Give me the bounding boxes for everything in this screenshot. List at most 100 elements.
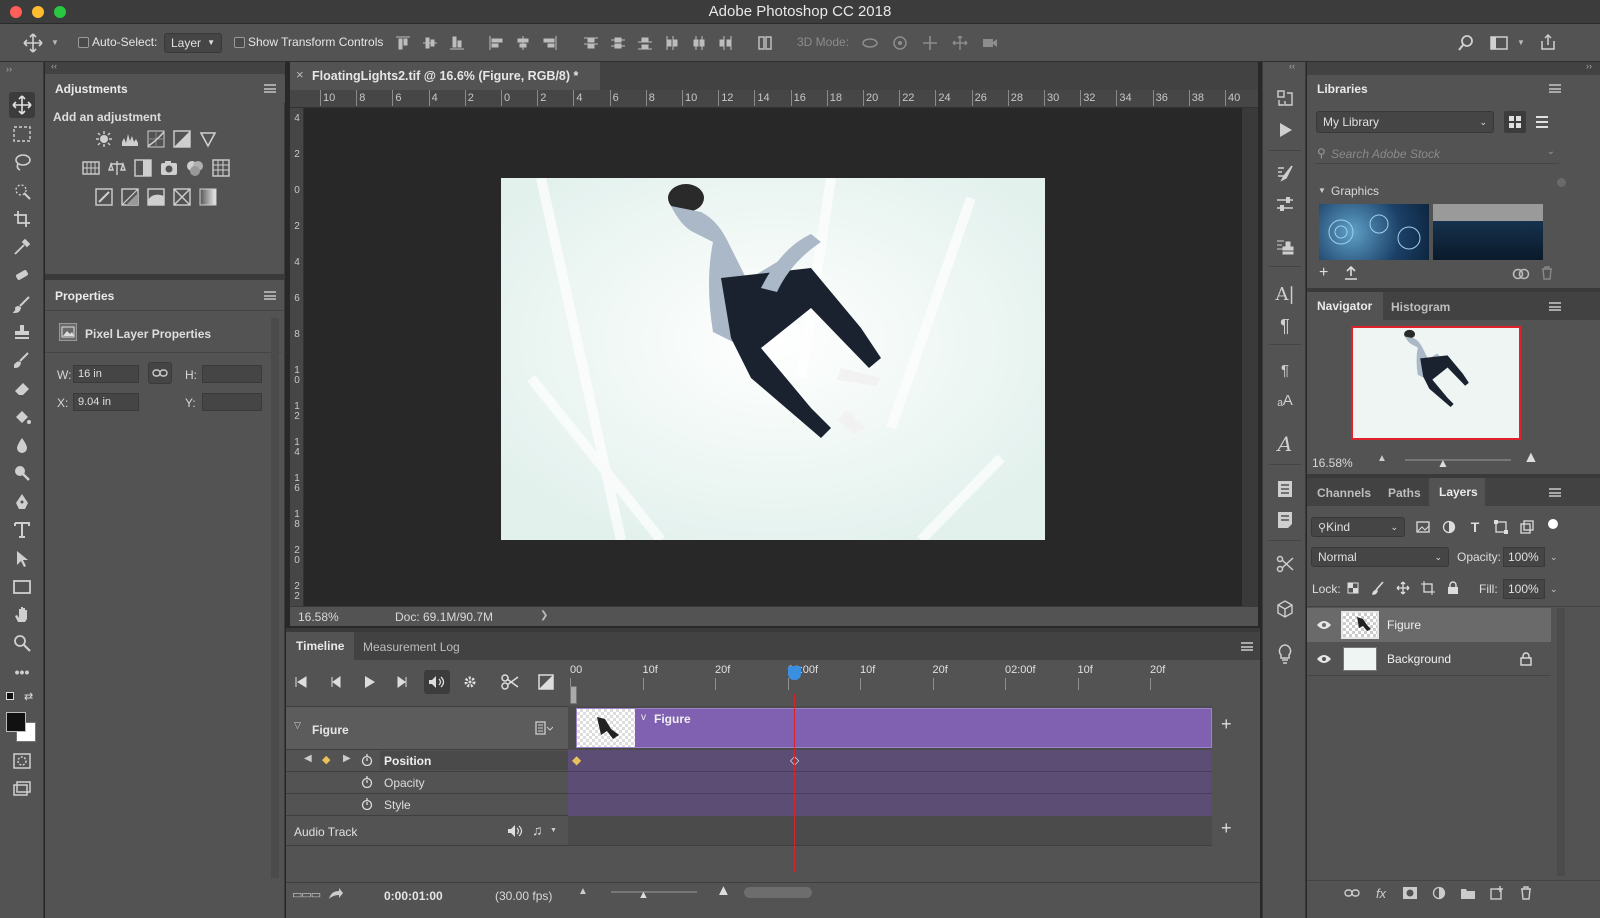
navigator-tab[interactable]: Navigator	[1307, 292, 1383, 320]
zoom-in-icon[interactable]: ▲	[1523, 449, 1539, 467]
paint-bucket-tool-icon[interactable]	[9, 404, 35, 430]
tool-presets-icon[interactable]	[1273, 552, 1297, 576]
move-tool-preset-icon[interactable]	[20, 32, 46, 54]
next-keyframe-icon[interactable]: ▶	[343, 753, 351, 764]
distribute-horizontal-center-icon[interactable]	[690, 33, 708, 53]
pen-tool-icon[interactable]	[9, 489, 35, 515]
stock-search-field[interactable]: ⚲ Search Adobe Stock ⌄	[1315, 144, 1559, 164]
distribute-vertical-center-icon[interactable]	[609, 33, 627, 53]
layer-filter-dropdown[interactable]: ⚲Kind ⌄	[1311, 517, 1405, 537]
trash-icon[interactable]	[1539, 265, 1555, 281]
grid-view-icon[interactable]	[1504, 111, 1526, 133]
library-dropdown[interactable]: My Library ⌄	[1316, 111, 1494, 133]
type-filter-icon[interactable]: T	[1467, 518, 1483, 536]
align-left-icon[interactable]	[487, 33, 505, 53]
histogram-tab[interactable]: Histogram	[1391, 300, 1450, 314]
color-balance-icon[interactable]	[108, 159, 126, 177]
collapse-section-icon[interactable]: ▼	[1318, 186, 1326, 195]
frame-animation-icon[interactable]: ▭▭▭	[292, 888, 321, 901]
rectangle-tool-icon[interactable]	[9, 574, 35, 600]
audio-mute-icon[interactable]	[424, 670, 450, 694]
posterize-icon[interactable]	[121, 188, 139, 206]
previous-frame-icon[interactable]	[326, 673, 344, 691]
lock-image-icon[interactable]	[1370, 580, 1386, 596]
adjustment-filter-icon[interactable]	[1441, 518, 1457, 536]
chevron-down-icon[interactable]: ⌄	[1550, 584, 1558, 595]
canvas-area[interactable]	[304, 108, 1258, 608]
creative-cloud-icon[interactable]	[1512, 265, 1530, 281]
screen-mode-icon[interactable]	[9, 776, 35, 802]
document-image[interactable]	[501, 178, 1045, 540]
gradient-map-icon[interactable]	[199, 188, 217, 206]
timeline-zoom-slider[interactable]	[611, 891, 697, 893]
close-window-button[interactable]	[10, 6, 22, 18]
panel-menu-icon[interactable]	[1549, 488, 1561, 497]
track-options-icon[interactable]	[534, 720, 554, 736]
color-lookup-icon[interactable]	[212, 159, 230, 177]
3d-camera-icon[interactable]	[980, 33, 1000, 53]
next-frame-icon[interactable]	[394, 673, 412, 691]
lock-transparent-icon[interactable]	[1345, 580, 1361, 596]
new-adjustment-layer-icon[interactable]	[1430, 884, 1448, 902]
collapse-icon[interactable]: ››	[1586, 61, 1592, 71]
panel-menu-icon[interactable]	[1549, 302, 1561, 311]
filter-toggle[interactable]	[1548, 519, 1558, 529]
zoom-out-icon[interactable]: ▲	[1377, 453, 1387, 464]
character-icon[interactable]: A|	[1273, 282, 1297, 306]
transition-icon[interactable]	[536, 673, 556, 691]
navigator-thumbnail[interactable]	[1351, 326, 1521, 440]
layer-row-background[interactable]: Background	[1307, 642, 1551, 676]
threshold-icon[interactable]	[147, 188, 165, 206]
zoom-in-icon[interactable]: ▲	[716, 882, 731, 899]
align-vertical-center-icon[interactable]	[421, 33, 439, 53]
learn-icon[interactable]	[1273, 642, 1297, 666]
height-input[interactable]	[202, 365, 262, 383]
layer-row-figure[interactable]: Figure	[1307, 608, 1551, 642]
libraries-scrollbar[interactable]	[1557, 178, 1566, 187]
navigator-zoom-thumb[interactable]: ▲	[1437, 456, 1449, 470]
lock-icon[interactable]	[1519, 651, 1533, 667]
adjust-sliders-icon[interactable]	[1273, 192, 1297, 216]
hue-saturation-icon[interactable]	[82, 159, 100, 177]
foreground-color-swatch[interactable]	[6, 712, 26, 732]
auto-select-dropdown[interactable]: Layer ▼	[164, 33, 222, 53]
search-icon[interactable]	[1456, 33, 1476, 53]
layers-scrollbar[interactable]	[1557, 608, 1565, 876]
status-menu-arrow[interactable]: ❯	[540, 610, 548, 621]
new-layer-icon[interactable]	[1488, 884, 1506, 902]
exposure-icon[interactable]	[173, 130, 191, 148]
curves-icon[interactable]	[147, 130, 165, 148]
layer-style-icon[interactable]: fx	[1372, 884, 1390, 902]
canvas-vertical-scrollbar[interactable]	[1242, 108, 1258, 606]
chevron-down-icon[interactable]: ⌄	[1550, 552, 1558, 563]
minimize-window-button[interactable]	[32, 6, 44, 18]
properties-scrollbar[interactable]	[271, 318, 279, 878]
maximize-window-button[interactable]	[54, 6, 66, 18]
share-icon[interactable]	[1538, 32, 1558, 52]
graphic-thumbnail[interactable]	[1433, 204, 1543, 260]
audio-volume-icon[interactable]	[506, 823, 524, 839]
distribute-top-icon[interactable]	[582, 33, 600, 53]
brush-settings-icon[interactable]	[1273, 161, 1297, 185]
black-white-icon[interactable]	[134, 159, 152, 177]
figure-clip[interactable]: v Figure	[576, 708, 1212, 748]
music-note-icon[interactable]: ♫	[532, 822, 543, 838]
zoom-out-icon[interactable]: ▲	[578, 886, 588, 897]
visibility-eye-icon[interactable]	[1315, 618, 1333, 632]
3d-pan-icon[interactable]	[920, 33, 940, 53]
time-ruler[interactable]: 00 10f 20f 01:00f 10f 20f 02:00f 10f 20f	[568, 660, 1212, 706]
upload-icon[interactable]	[1343, 265, 1359, 281]
panel-menu-icon[interactable]	[264, 291, 276, 300]
chevron-down-icon[interactable]: ⌄	[1547, 146, 1555, 157]
stopwatch-icon[interactable]	[360, 775, 374, 789]
pixel-filter-icon[interactable]	[1415, 518, 1431, 536]
photo-filter-icon[interactable]	[160, 159, 178, 177]
glyphs-icon[interactable]: A	[1273, 432, 1297, 456]
3d-icon[interactable]	[1273, 597, 1297, 621]
panel-menu-icon[interactable]	[264, 84, 276, 93]
selective-color-icon[interactable]	[173, 188, 191, 206]
collapse-icon[interactable]: ‹‹	[1289, 61, 1295, 71]
navigator-zoom-value[interactable]: 16.58%	[1312, 456, 1353, 470]
navigator-zoom-slider[interactable]	[1405, 459, 1511, 461]
properties-tab[interactable]: Properties	[45, 282, 141, 310]
